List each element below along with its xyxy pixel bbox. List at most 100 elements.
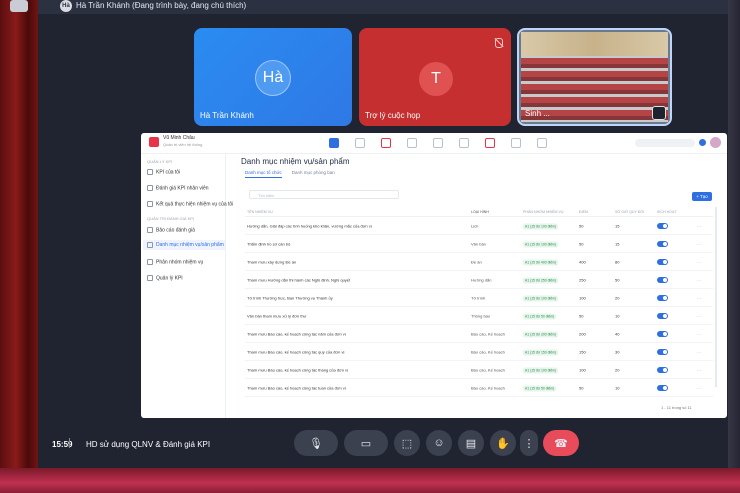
column-header[interactable]: TÊN NHIỆM VỤ <box>247 210 273 214</box>
participant-tile-video[interactable]: Sinh ... <box>517 28 672 126</box>
participant-tile[interactable]: Hà Hà Trần Khánh <box>194 28 352 126</box>
hours: 15 <box>615 241 620 246</box>
table-row[interactable]: Tham mưu Báo cáo, kế hoạch công tác quý … <box>245 343 713 361</box>
more-icon[interactable]: ⋯ <box>697 259 701 264</box>
sidebar-item-my-kpi[interactable]: KPI của tôi <box>147 169 180 175</box>
meeting-title: HD sử dụng QLNV & Đánh giá KPI <box>86 440 211 449</box>
sidebar-item-report[interactable]: Bảo cáo đánh giá <box>147 227 195 233</box>
column-header[interactable]: KÍCH HOẠT <box>657 210 677 214</box>
captions-button[interactable]: ▤ <box>458 430 484 456</box>
kpi-badge: A1 (15 đơ 50 điểm) <box>523 385 557 391</box>
table-header: TÊN NHIỆM VỤ LOẠI HÌNH PHÂN NHÓM NHIỆM V… <box>245 207 713 217</box>
active-toggle[interactable] <box>657 258 668 265</box>
active-toggle[interactable] <box>657 366 668 373</box>
stage-edge <box>0 468 740 493</box>
add-button[interactable]: + Tạo <box>692 192 712 201</box>
active-toggle[interactable] <box>657 276 668 283</box>
search-input[interactable]: Tìm kiếm <box>249 190 399 199</box>
more-icon[interactable]: ⋯ <box>697 277 701 282</box>
grid-icon[interactable] <box>537 138 547 148</box>
avatar[interactable] <box>710 137 721 148</box>
hours: 15 <box>615 223 620 228</box>
column-header[interactable]: ĐIỂM <box>579 210 588 214</box>
active-toggle[interactable] <box>657 384 668 391</box>
projector-screen: Hà Hà Trần Khánh (Đang trình bày, đang c… <box>10 0 728 468</box>
active-toggle[interactable] <box>657 222 668 229</box>
more-icon[interactable]: ⋯ <box>697 385 701 390</box>
more-icon[interactable]: ⋯ <box>697 313 701 318</box>
raise-hand-button[interactable]: ✋ <box>490 430 516 456</box>
table-row[interactable]: Tham mưu xây dựng Đề án Đề án A1 (15 đơ 40… <box>245 253 713 271</box>
active-toggle[interactable] <box>657 240 668 247</box>
sidebar-item-label: Đánh giá KPI nhân viên <box>156 185 209 192</box>
alert-icon[interactable] <box>485 138 495 148</box>
kpi-group: A1 (15 đơ 100 điểm) <box>523 367 559 373</box>
more-icon[interactable]: ⋯ <box>697 331 701 336</box>
present-button[interactable]: ⬚ <box>394 430 420 456</box>
column-header[interactable]: PHÂN NHÓM NHIỆM VỤ <box>523 210 564 214</box>
kpi-group: A1 (15 đơ 50 điểm) <box>523 385 557 391</box>
active-toggle[interactable] <box>657 312 668 319</box>
tab-bar: Danh mục tổ chức Danh mục phòng ban <box>245 170 335 178</box>
chat-icon[interactable] <box>511 138 521 148</box>
tab-organization[interactable]: Danh mục tổ chức <box>245 170 282 178</box>
shared-app-window: Vũ Minh Châu Quản trị viên hệ thống QUẢN <box>141 133 727 418</box>
task-type: Đề án <box>471 259 482 264</box>
table-row[interactable]: Tham mưu Hướng dẫn thi hành các Nghị địn… <box>245 271 713 289</box>
hours: 80 <box>615 259 620 264</box>
home-icon[interactable] <box>329 138 339 148</box>
more-button[interactable]: ⋮ <box>520 430 538 456</box>
kpi-badge: A1 (15 đơ 250 điểm) <box>523 277 559 283</box>
task-type: Thông báo <box>471 313 491 318</box>
table-row[interactable]: Thẩm định hồ sơ cán bộ Văn bản A1 (15 đơ 1… <box>245 235 713 253</box>
sidebar-section: QUẢN TRỊ ĐÁNH GIÁ KPI <box>147 216 195 221</box>
more-icon[interactable]: ⋯ <box>697 223 701 228</box>
sidebar-item-task-catalog[interactable]: Danh mục nhiệm vụ/sản phẩm <box>143 240 225 250</box>
end-call-button[interactable]: ☎ <box>543 430 579 456</box>
column-header[interactable]: SỐ GIỜ QUY ĐỔI <box>615 210 644 214</box>
column-header[interactable]: LOẠI HÌNH <box>471 210 489 214</box>
table-row[interactable]: Tham mưu Báo cáo, kế hoạch công tác năm … <box>245 325 713 343</box>
more-icon[interactable]: ⋯ <box>697 241 701 246</box>
participant-tile[interactable]: T Trợ lý cuộc họp <box>359 28 511 126</box>
table-row[interactable]: Tham mưu Báo cáo, kế hoạch công tác tuần… <box>245 379 713 397</box>
emoji-button[interactable]: ☺ <box>426 430 452 456</box>
scrollbar[interactable] <box>715 207 717 387</box>
mic-button[interactable]: 🎙 <box>294 430 338 456</box>
tab-department[interactable]: Danh mục phòng ban <box>292 170 335 178</box>
calendar-icon[interactable] <box>355 138 365 148</box>
check-icon[interactable] <box>433 138 443 148</box>
global-search[interactable] <box>635 138 695 147</box>
task-type: Tờ trình <box>471 295 486 300</box>
table-row[interactable]: Văn bản tham mưu xử lý đơn thư Thông báo A… <box>245 307 713 325</box>
score: 250 <box>579 277 586 282</box>
sidebar-item-evaluate-staff[interactable]: Đánh giá KPI nhân viên <box>147 185 209 191</box>
sidebar-item-my-results[interactable]: Kết quả thực hiện nhiệm vụ của tôi <box>147 201 233 207</box>
sidebar-item-task-group[interactable]: Phân nhóm nhiệm vụ <box>147 259 203 265</box>
evaluate-icon <box>147 185 153 191</box>
bell-icon[interactable] <box>699 139 706 146</box>
avatar: T <box>419 62 453 96</box>
pin-icon[interactable] <box>652 106 666 120</box>
curtain-left <box>0 0 40 493</box>
camera-button[interactable]: ▭ <box>344 430 388 456</box>
participant-name: Trợ lý cuộc họp <box>365 111 421 120</box>
window-icon <box>10 0 28 12</box>
active-toggle[interactable] <box>657 294 668 301</box>
table-row[interactable]: Hướng dẫn, Giải đáp các tình huống khó k… <box>245 217 713 235</box>
more-icon[interactable]: ⋯ <box>697 367 701 372</box>
more-icon[interactable]: ⋯ <box>697 349 701 354</box>
table-row[interactable]: Tờ trình Thường trực, Ban Thường vụ Thàn… <box>245 289 713 307</box>
document-icon[interactable] <box>381 138 391 148</box>
hours: 10 <box>615 385 620 390</box>
active-toggle[interactable] <box>657 348 668 355</box>
settings-icon <box>147 275 153 281</box>
file-icon[interactable] <box>459 138 469 148</box>
task-icon[interactable] <box>407 138 417 148</box>
score: 50 <box>579 313 584 318</box>
sidebar-item-kpi-admin[interactable]: Quản lý KPI <box>147 275 183 281</box>
active-toggle[interactable] <box>657 330 668 337</box>
more-icon[interactable]: ⋯ <box>697 295 701 300</box>
task-name: Thẩm định hồ sơ cán bộ <box>247 241 291 246</box>
table-row[interactable]: Tham mưu Báo cáo, kế hoạch công tác thán… <box>245 361 713 379</box>
